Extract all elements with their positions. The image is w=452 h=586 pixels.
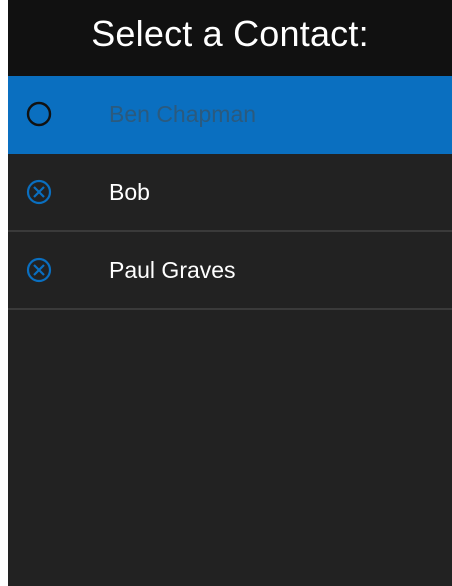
circle-x-icon [26,257,52,283]
page-title: Select a Contact: [91,13,369,54]
header-bar: Select a Contact: [8,0,452,76]
contact-picker-screen: Select a Contact: Ben Chapman Bob Paul G… [8,0,452,586]
contact-row-ben-chapman[interactable]: Ben Chapman [8,76,452,154]
contact-list: Ben Chapman Bob Paul Graves [8,76,452,310]
contact-name: Paul Graves [109,256,236,283]
contact-name: Bob [109,178,150,205]
empty-list-area [8,310,452,510]
contact-row-bob[interactable]: Bob [8,154,452,232]
contact-name: Ben Chapman [109,100,257,127]
circle-x-icon [26,179,52,205]
radio-unchecked-icon [26,101,52,127]
contact-row-paul-graves[interactable]: Paul Graves [8,232,452,310]
